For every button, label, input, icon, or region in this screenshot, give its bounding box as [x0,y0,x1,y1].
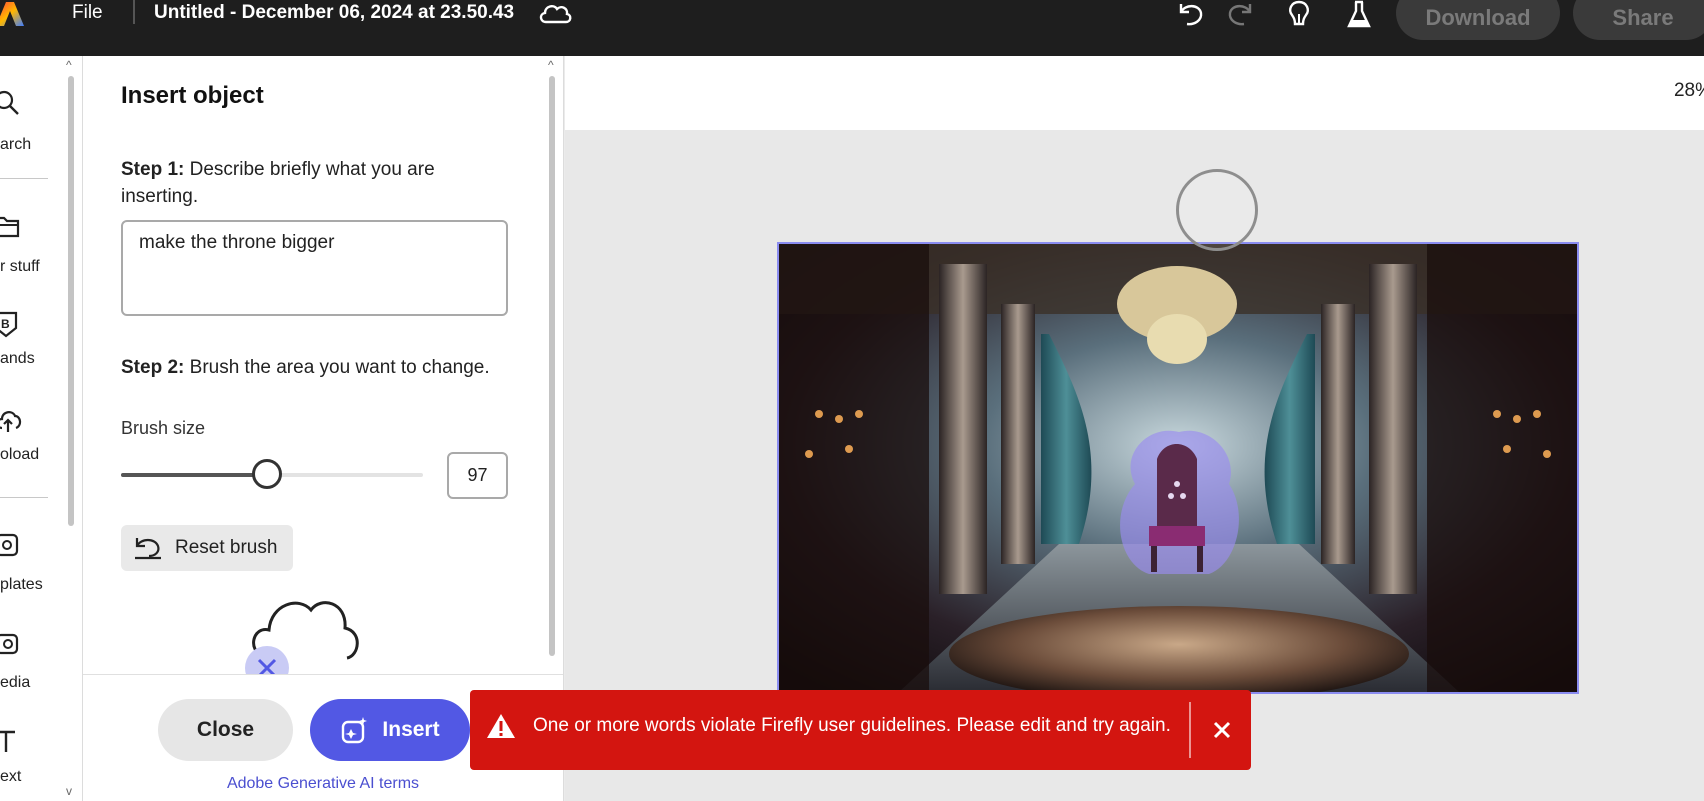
share-button[interactable]: Share [1573,0,1704,40]
brush-size-label: Brush size [121,418,206,438]
adobe-express-logo[interactable] [0,2,24,26]
error-toast: One or more words violate Firefly user g… [470,690,1251,770]
reset-brush-label: Reset brush [175,537,278,558]
rail-label: plates [0,576,43,593]
step2-instruction: Step 2: Brush the area you want to chang… [121,354,541,381]
rail-divider [0,497,48,498]
step1-label: Step 1: [121,159,185,180]
close-button[interactable]: Close [158,699,293,761]
rail-divider [0,178,48,179]
canvas-toolbar: 28% [565,56,1704,130]
slider-fill [121,473,268,477]
panel-scrollbar[interactable] [549,76,555,656]
flask-icon[interactable] [1346,0,1372,30]
undo-icon[interactable] [1175,0,1205,28]
redo-icon[interactable] [1226,0,1256,28]
insert-label: Insert [382,718,440,741]
document-title[interactable]: Untitled - December 06, 2024 at 23.50.43 [154,2,514,24]
rail-scroll-up-icon[interactable]: ^ [66,58,72,72]
lightbulb-icon[interactable] [1286,0,1312,30]
download-button[interactable]: Download [1396,0,1560,40]
brush-size-slider[interactable] [121,459,423,489]
zoom-level[interactable]: 28% [1674,80,1704,102]
close-icon[interactable] [1204,712,1240,748]
toolbar-divider [133,0,135,24]
generative-insert-icon [342,717,368,744]
rail-label: ext [0,768,22,785]
media-icon [0,633,19,655]
rail-label: ands [0,350,35,367]
warning-icon [487,714,515,738]
toast-message: One or more words violate Firefly user g… [533,715,1171,736]
upload-icon [0,411,22,432]
svg-text:B: B [1,317,10,331]
rail-label: arch [0,136,32,153]
rail-scrollbar[interactable] [68,76,74,526]
rail-scroll-down-icon[interactable]: v [66,784,72,798]
folder-icon [0,216,20,238]
brush-cursor [1176,169,1258,251]
step2-text: Brush the area you want to change. [189,357,490,378]
left-rail: ^ arch r stuff B ands oload plates edia … [0,56,82,801]
prompt-input[interactable]: make the throne bigger [121,220,508,316]
file-menu[interactable]: File [72,2,103,24]
templates-icon [0,533,19,557]
top-bar: File Untitled - December 06, 2024 at 23.… [0,0,1704,56]
throne-room-image [779,244,1577,692]
slider-thumb[interactable] [252,459,283,489]
panel-scroll-up-icon[interactable]: ^ [548,58,554,72]
reset-brush-button[interactable]: Reset brush [121,525,293,571]
step1-instruction: Step 1: Describe briefly what you are in… [121,156,481,210]
brand-icon: B [0,311,18,338]
rail-label: oload [0,446,40,463]
artboard-image[interactable] [777,242,1579,694]
step2-label: Step 2: [121,357,185,378]
text-icon [0,730,15,752]
toast-divider [1189,702,1191,758]
brush-size-input[interactable]: 97 [447,452,508,499]
rail-label: edia [0,674,31,691]
search-icon [0,90,19,115]
ai-terms-link[interactable]: Adobe Generative AI terms [83,775,563,793]
rail-label: r stuff [0,258,40,275]
reset-icon [135,538,161,560]
insert-illustration-icon [245,601,359,676]
cloud-sync-icon[interactable] [537,0,573,26]
insert-button[interactable]: Insert [310,699,470,761]
panel-title: Insert object [121,82,264,109]
